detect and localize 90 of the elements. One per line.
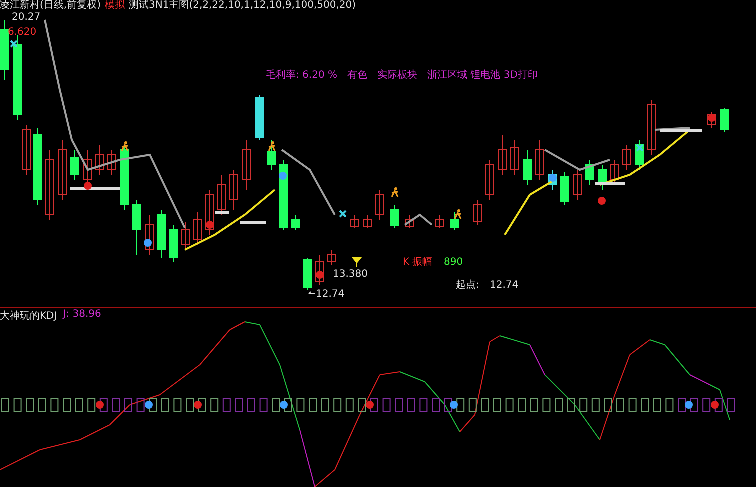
candlestick [436,214,444,228]
pin-icon [549,174,557,182]
pin-icon [280,401,288,409]
level-marker [595,182,625,185]
candlestick [96,144,104,176]
indicator-reading: J: 38.96 [63,309,102,322]
pin-icon [598,197,606,205]
candlestick [316,254,324,286]
indicator-title: 大神玩的KDJ [0,310,58,323]
candlestick [574,170,582,200]
price-label: 起点: [456,280,480,291]
runner-icon [121,142,129,152]
candlestick [328,250,336,266]
candlestick [230,170,238,210]
candlestick [256,94,264,140]
candlestick [120,144,130,210]
candlestick [206,190,214,236]
candlestick [474,200,482,226]
candlestick [292,214,300,230]
arrow-icon [308,292,316,294]
candlestick [622,144,632,170]
level-marker [215,211,229,214]
pin-icon [145,401,153,409]
pin-icon [144,239,152,247]
pin-icon [96,401,104,409]
candlestick [636,140,644,170]
info-text: 实际板块 [378,68,418,82]
pin-icon [711,401,719,409]
candlestick [146,214,154,256]
candlestick [524,150,532,186]
candlestick [108,150,116,176]
price-label: 12.74 [316,289,345,300]
pin-icon [685,401,693,409]
price-label: 890 [444,257,464,268]
candlestick [304,258,312,290]
candlestick [648,100,656,156]
candlestick [450,212,460,230]
scissors-icon [10,40,18,48]
candlestick [132,200,142,256]
candlestick [194,212,202,246]
trend-line [404,214,433,226]
trend-line [504,179,556,236]
info-text: 毛利率: 6.20 % [266,68,338,82]
scissors-icon [339,210,347,218]
candlestick [406,214,414,228]
candlestick [280,160,288,230]
pin-icon [366,401,374,409]
candlestick [268,140,276,170]
runner-icon [268,142,276,152]
candlestick [510,140,520,176]
candlestick [586,160,594,186]
candlestick [46,150,54,220]
price-label: 20.27 [12,12,41,23]
candlestick [218,174,226,216]
trend-line [281,149,336,216]
candlestick [364,214,372,228]
price-label: 12.74 [490,280,519,291]
candlestick [170,224,178,262]
candlestick [242,140,252,190]
candlestick [708,112,716,128]
runner-icon [454,210,462,220]
candlestick [720,108,730,132]
candlestick [70,150,80,180]
candlestick [350,214,360,228]
runner-icon [391,188,399,198]
candlestick [536,140,544,180]
pin-icon [279,172,287,180]
candlestick [486,160,494,200]
pin-icon [450,401,458,409]
price-label: 13.380 [333,269,368,280]
candlestick [22,124,32,176]
scissors-icon [636,144,644,152]
candlestick [58,140,68,200]
candlestick [182,222,190,250]
info-text: 浙江区域 锂电池 3D打印 [428,68,538,82]
candlestick [560,172,570,206]
price-label: K 振幅 [403,257,433,268]
info-text: 有色 [348,69,368,82]
pin-icon [194,401,202,409]
pin-icon [206,221,214,229]
pin-icon [316,271,324,279]
candlestick [498,134,508,176]
candlestick [390,204,400,228]
level-marker [660,129,702,132]
candlestick [376,190,384,220]
pin-icon [708,114,716,122]
candlestick [0,20,10,80]
pin-icon [84,182,92,190]
candlestick [158,210,166,258]
level-marker [240,221,266,224]
